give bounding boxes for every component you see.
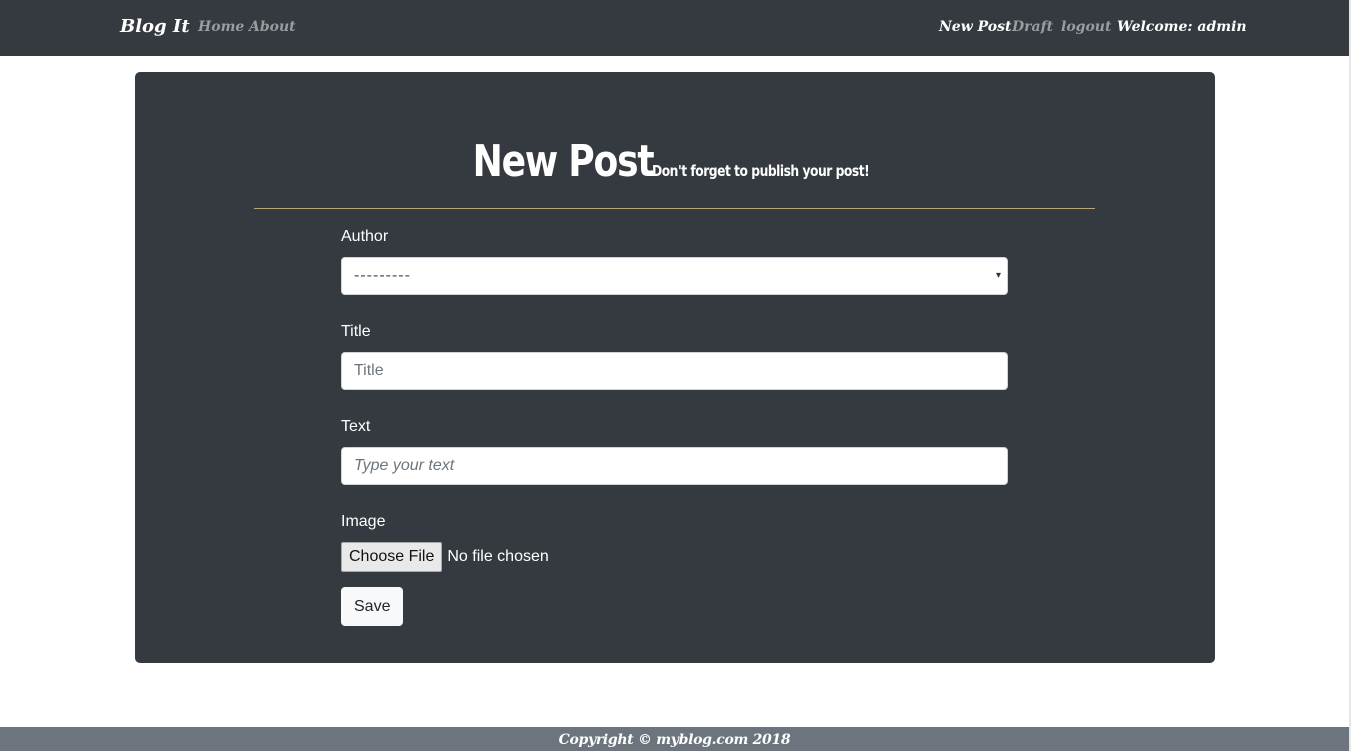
save-button[interactable]: Save — [341, 587, 404, 626]
nav-logout-link[interactable]: logout — [1061, 19, 1111, 35]
nav-home-link[interactable]: Home — [198, 19, 244, 35]
author-selected-value: --------- — [354, 267, 411, 284]
top-navbar: Blog It Home About New Post Draft logout… — [0, 0, 1349, 56]
new-post-card: New Post Don't forget to publish your po… — [135, 72, 1215, 663]
image-label: Image — [341, 513, 386, 530]
page-footer: Copyright © myblog.com 2018 — [0, 727, 1349, 751]
brand-link[interactable]: Blog It — [120, 16, 190, 37]
page-subtitle: Don't forget to publish your post! — [651, 162, 870, 180]
title-label: Title — [341, 323, 371, 340]
copyright-text: Copyright © myblog.com 2018 — [558, 732, 791, 748]
header-divider — [254, 208, 1095, 209]
welcome-text: Welcome: admin — [1117, 19, 1247, 35]
nav-about-link[interactable]: About — [249, 19, 296, 35]
caret-down-icon: ▾ — [995, 270, 1001, 281]
nav-new-post-link[interactable]: New Post — [939, 19, 1011, 35]
new-post-form: Author --------- ▾ Title Text Image Choo… — [341, 226, 1008, 626]
image-group: Image Choose File No file chosen — [341, 511, 1008, 572]
text-label: Text — [341, 418, 371, 435]
nav-draft-link[interactable]: Draft — [1012, 19, 1053, 35]
author-select[interactable]: --------- ▾ — [341, 257, 1008, 295]
text-input[interactable] — [341, 447, 1008, 485]
file-status: No file chosen — [447, 548, 549, 565]
author-label: Author — [341, 228, 389, 245]
choose-file-button[interactable]: Choose File — [341, 542, 443, 572]
page-title: New Post — [472, 136, 655, 187]
page-header: New Post Don't forget to publish your po… — [135, 136, 1215, 187]
title-input[interactable] — [341, 352, 1008, 390]
text-group: Text — [341, 416, 1008, 485]
author-group: Author --------- ▾ — [341, 226, 1008, 295]
title-group: Title — [341, 321, 1008, 390]
image-file-input: Choose File No file chosen — [341, 542, 1008, 572]
